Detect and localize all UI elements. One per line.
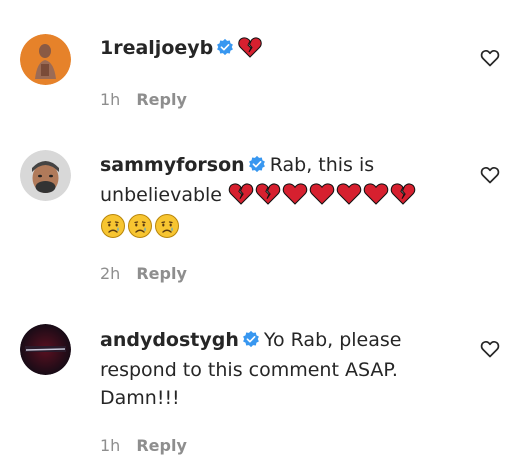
reply-button[interactable]: Reply	[136, 264, 187, 283]
username[interactable]: 1realjoeyb	[100, 37, 213, 59]
heart-icon	[282, 182, 308, 213]
crying-face-icon	[127, 213, 153, 247]
avatar[interactable]	[20, 150, 71, 201]
comment-body: 1realjoeyb	[100, 34, 450, 66]
reply-button[interactable]: Reply	[136, 436, 187, 455]
avatar[interactable]	[20, 34, 71, 85]
timestamp: 1h	[100, 436, 121, 455]
crying-face-icon	[154, 213, 180, 247]
heart-outline-icon[interactable]	[480, 48, 500, 68]
verified-badge-icon	[216, 36, 234, 64]
verified-badge-icon	[248, 153, 266, 181]
crying-face-icon	[100, 213, 126, 247]
broken-heart-icon	[255, 182, 281, 213]
heart-icon	[363, 182, 389, 213]
heart-icon	[336, 182, 362, 213]
username[interactable]: andydostygh	[100, 329, 239, 351]
comment-body: andydostygh Yo Rab, please respond to thi…	[100, 326, 450, 412]
comment-meta: 1h Reply	[100, 436, 187, 456]
heart-icon	[309, 182, 335, 213]
broken-heart-icon	[228, 182, 254, 213]
comment-meta: 2h Reply	[100, 264, 187, 284]
emoji-row	[228, 183, 417, 206]
avatar[interactable]	[20, 324, 71, 375]
verified-badge-icon	[242, 328, 260, 356]
comment-body: sammyforson Rab, this is unbelievable	[100, 151, 450, 247]
emoji-row	[100, 214, 181, 240]
username[interactable]: sammyforson	[100, 154, 245, 176]
broken-heart-icon	[238, 36, 262, 66]
timestamp: 2h	[100, 264, 121, 283]
timestamp: 1h	[100, 90, 121, 109]
heart-outline-icon[interactable]	[480, 165, 500, 185]
reply-button[interactable]: Reply	[136, 90, 187, 109]
broken-heart-icon	[390, 182, 416, 213]
comment-meta: 1h Reply	[100, 90, 187, 110]
heart-outline-icon[interactable]	[480, 339, 500, 359]
